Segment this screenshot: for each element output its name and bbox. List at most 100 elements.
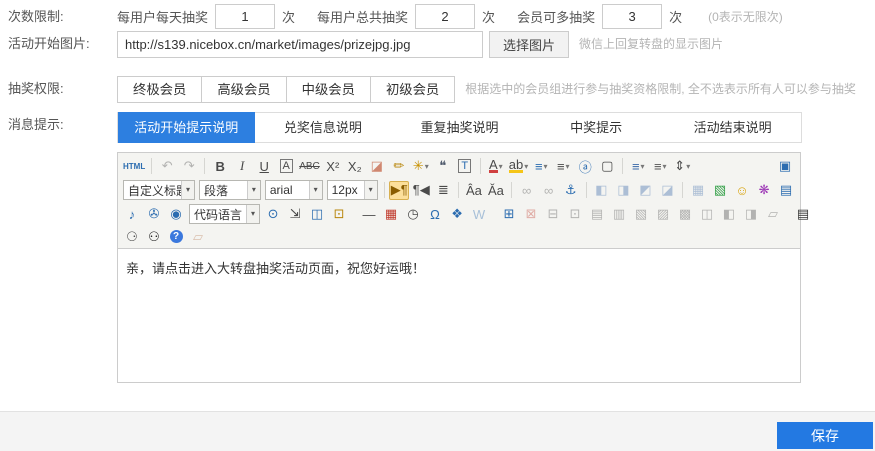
total-draw-label: 每用户总共抽奖 <box>317 7 408 26</box>
daily-draw-label: 每用户每天抽奖 <box>117 7 208 26</box>
anchor-inline-icon[interactable]: ⓐ <box>575 157 595 176</box>
flash-icon[interactable]: ◉ <box>166 205 186 224</box>
emoticon-icon[interactable]: ☺ <box>732 181 752 200</box>
cell-prop-icon: ⊡ <box>565 205 585 224</box>
map-icon[interactable]: ❖ <box>447 205 467 224</box>
print-icon[interactable]: ▤ <box>793 205 813 224</box>
limit-group-daily: 每用户每天抽奖 次 <box>117 4 295 29</box>
image-row: 活动开始图片: 选择图片 微信上回复转盘的显示图片 <box>0 31 875 61</box>
total-draw-input[interactable] <box>415 4 475 29</box>
member-btn-junior[interactable]: 初级会员 <box>370 76 455 103</box>
pick-image-button[interactable]: 选择图片 <box>489 31 569 58</box>
tab-redeem-info[interactable]: 兑奖信息说明 <box>255 113 392 142</box>
calendar-icon[interactable]: ▦ <box>381 205 401 224</box>
image-url-input[interactable] <box>117 31 483 58</box>
attachment-icon[interactable]: ✇ <box>144 205 164 224</box>
anchor-icon[interactable]: ⚓ <box>561 181 581 200</box>
editor-text: 亲，请点击进入大转盘抽奖活动页面，祝您好运哦！ <box>126 261 425 276</box>
image-fields: 选择图片 微信上回复转盘的显示图片 <box>117 31 875 58</box>
subscript-icon[interactable]: X₂ <box>345 157 365 176</box>
insert-table-icon[interactable]: ⊞ <box>499 205 519 224</box>
superscript-icon[interactable]: X² <box>323 157 343 176</box>
paste-text-icon[interactable]: T <box>455 157 475 176</box>
save-button[interactable]: 保存 <box>777 422 873 449</box>
limit-fields: 每用户每天抽奖 次 每用户总共抽奖 次 会员可多抽奖 次 (0表示无限次) <box>117 4 875 29</box>
ltr-icon[interactable]: ▶¶ <box>389 181 409 200</box>
paragraph-select[interactable]: 段落▾ <box>199 180 261 200</box>
unordered-list-icon[interactable]: ≡▾ <box>553 157 573 176</box>
fullscreen-icon[interactable]: ▣ <box>775 157 795 176</box>
help-icon[interactable]: ? <box>166 227 186 246</box>
html-source-button[interactable]: HTML <box>122 157 146 176</box>
daily-draw-input[interactable] <box>215 4 275 29</box>
editor-content[interactable]: 亲，请点击进入大转盘抽奖活动页面，祝您好运哦！ <box>118 249 800 383</box>
justify-icon[interactable]: ≡▾ <box>628 157 648 176</box>
member-btn-middle[interactable]: 中级会员 <box>286 76 371 103</box>
heading-select[interactable]: 自定义标题▾ <box>123 180 195 200</box>
italic-icon[interactable]: I <box>232 157 252 176</box>
member-btn-senior[interactable]: 高级会员 <box>201 76 286 103</box>
toolbar-separator <box>151 158 152 174</box>
permission-fields: 终极会员 高级会员 中级会员 初级会员 根据选中的会员组进行参与抽奖资格限制, … <box>117 76 875 103</box>
tab-win-prompt[interactable]: 中奖提示 <box>528 113 665 142</box>
iframe-icon[interactable]: ⊡ <box>329 205 349 224</box>
columns-icon[interactable]: ◫ <box>307 205 327 224</box>
delete-col-icon: ◫ <box>697 205 717 224</box>
code-language-select[interactable]: 代码语言▾ <box>189 204 260 224</box>
word-import-icon: W <box>469 205 489 224</box>
limit-group-total: 每用户总共抽奖 次 <box>317 4 495 29</box>
code-icon[interactable]: ⊙ <box>263 205 283 224</box>
case-upper-icon[interactable]: Âa <box>464 181 484 200</box>
line-height-icon[interactable]: ⇕▾ <box>672 157 692 176</box>
pagebreak-icon[interactable]: ⇲ <box>285 205 305 224</box>
highlight-color-icon[interactable]: ab▾ <box>508 157 529 176</box>
img-align-none-icon: ◪ <box>657 181 677 200</box>
toolbar-separator <box>622 158 623 174</box>
preview-icon[interactable]: ⚆ <box>122 227 142 246</box>
font-style-icon[interactable]: A <box>276 157 296 176</box>
clock-icon[interactable]: ◷ <box>403 205 423 224</box>
toolbar-separator <box>204 158 205 174</box>
strikethrough-icon[interactable]: ABC <box>298 157 321 176</box>
special-char-icon[interactable]: Ω <box>425 205 445 224</box>
underline-icon[interactable]: U <box>254 157 274 176</box>
member-btn-ultimate[interactable]: 终极会员 <box>117 76 202 103</box>
permission-hint: 根据选中的会员组进行参与抽奖资格限制, 全不选表示所有人可以参与抽奖 <box>465 76 856 103</box>
member-extra-unit: 次 <box>669 7 682 26</box>
font-family-select[interactable]: arial▾ <box>265 180 323 200</box>
limit-row: 次数限制: 每用户每天抽奖 次 每用户总共抽奖 次 会员可多抽奖 次 (0表示无… <box>0 4 875 30</box>
case-lower-icon[interactable]: Ǎa <box>486 181 506 200</box>
insert-image-icon[interactable]: ▧ <box>710 181 730 200</box>
limit-label: 次数限制: <box>8 4 114 30</box>
tab-activity-start[interactable]: 活动开始提示说明 <box>118 112 255 143</box>
remove-format-icon[interactable]: ◪ <box>367 157 387 176</box>
font-size-select[interactable]: 12px▾ <box>327 180 378 200</box>
delete-table-icon: ⊠ <box>521 205 541 224</box>
member-extra-input[interactable] <box>602 4 662 29</box>
img-align-center-icon: ◨ <box>613 181 633 200</box>
ordered-list-icon[interactable]: ≡▾ <box>531 157 551 176</box>
rich-text-editor: HTML↶↷BIUAABCX²X₂◪✏✳▾❝TA▾ab▾≡▾≡▾ⓐ▢≡▾≡▾⇕▾… <box>117 152 801 383</box>
find-replace-icon[interactable]: ⚇ <box>144 227 164 246</box>
chevron-down-icon: ▾ <box>663 162 667 171</box>
media-icon[interactable]: ▤ <box>776 181 796 200</box>
message-row: 消息提示: 活动开始提示说明 兑奖信息说明 重复抽奖说明 中奖提示 活动结束说明 <box>0 112 875 143</box>
hr-icon[interactable]: — <box>359 205 379 224</box>
indent-icon[interactable]: ≣ <box>433 181 453 200</box>
tab-repeat-draw[interactable]: 重复抽奖说明 <box>391 113 528 142</box>
float-icon[interactable]: ≡▾ <box>650 157 670 176</box>
tab-activity-end[interactable]: 活动结束说明 <box>664 113 801 142</box>
blockquote-icon[interactable]: ❝ <box>433 157 453 176</box>
chevron-down-icon: ▾ <box>686 162 690 171</box>
bold-icon[interactable]: B <box>210 157 230 176</box>
font-color-icon[interactable]: A▾ <box>486 157 506 176</box>
footer: 保存 <box>0 411 875 451</box>
rtl-icon[interactable]: ¶◀ <box>411 181 431 200</box>
palette-icon[interactable]: ❋ <box>754 181 774 200</box>
quick-format-icon[interactable]: ✳▾ <box>411 157 431 176</box>
link-icon: ∞ <box>517 181 537 200</box>
music-icon[interactable]: ♪ <box>122 205 142 224</box>
toolbar-separator <box>458 182 459 198</box>
new-document-icon[interactable]: ▢ <box>597 157 617 176</box>
format-painter-icon[interactable]: ✏ <box>389 157 409 176</box>
